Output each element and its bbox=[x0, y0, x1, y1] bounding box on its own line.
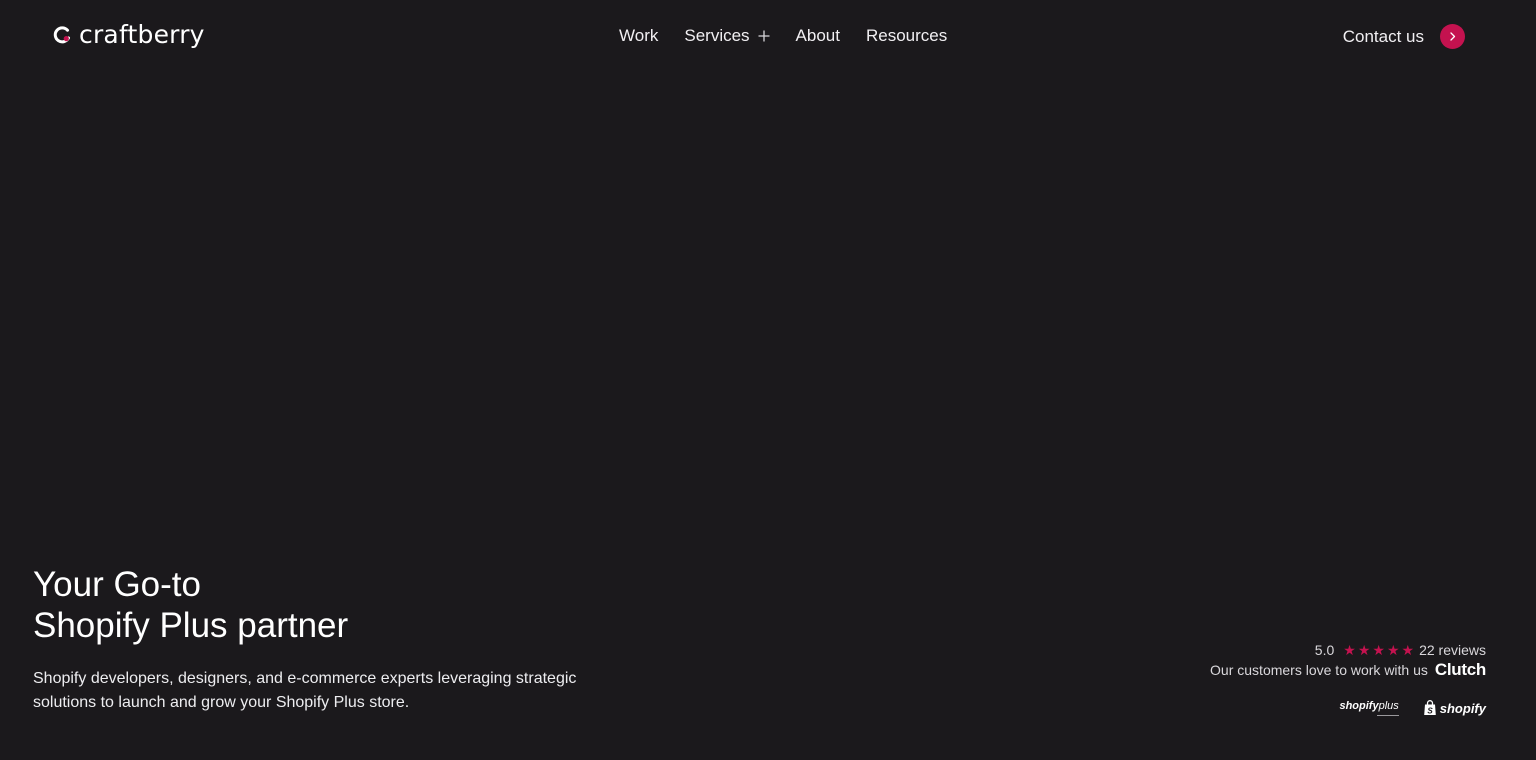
star-icon: ★ bbox=[1386, 642, 1400, 658]
hero-title: Your Go-to Shopify Plus partner bbox=[33, 564, 348, 646]
review-count: 22 reviews bbox=[1419, 642, 1486, 658]
nav-item-resources[interactable]: Resources bbox=[866, 26, 947, 46]
plus-icon bbox=[758, 30, 770, 42]
hero-title-line-2: Shopify Plus partner bbox=[33, 606, 349, 645]
logo-text: craftberry bbox=[79, 20, 205, 49]
page: craftberry Work Services About Resources… bbox=[0, 0, 1536, 760]
shopify-badge: S shopify bbox=[1423, 700, 1486, 716]
clutch-logo: Clutch bbox=[1434, 660, 1486, 679]
clutch-row[interactable]: Our customers love to work with us Clutc… bbox=[1210, 660, 1486, 680]
craftberry-logo-icon bbox=[53, 25, 70, 43]
hero-title-line-1: Your Go-to bbox=[33, 565, 201, 604]
star-icon: ★ bbox=[1372, 642, 1385, 658]
nav-item-services[interactable]: Services bbox=[684, 26, 770, 46]
nav-item-about[interactable]: About bbox=[796, 26, 840, 46]
logo[interactable]: craftberry bbox=[52, 20, 205, 49]
contact-arrow-circle bbox=[1440, 24, 1465, 49]
contact-us-button[interactable]: Contact us bbox=[1343, 24, 1465, 49]
shopping-bag-icon: S bbox=[1423, 700, 1436, 715]
svg-text:S: S bbox=[1427, 706, 1433, 715]
star-icon: ★ bbox=[1343, 642, 1356, 658]
star-icon: ★ bbox=[1401, 642, 1415, 658]
main-nav: Work Services About Resources bbox=[619, 26, 947, 46]
contact-us-label: Contact us bbox=[1342, 26, 1424, 46]
chevron-right-icon bbox=[1450, 32, 1456, 41]
shopify-wordmark: shopify bbox=[1439, 700, 1486, 716]
shopify-plus-wordmark: shopify bbox=[1339, 699, 1379, 712]
reviews-tagline: Our customers love to work with us bbox=[1210, 662, 1428, 678]
nav-item-label: Services bbox=[684, 26, 750, 45]
badge-underline bbox=[1376, 714, 1399, 716]
shopify-plus-badge: shopifyplus bbox=[1339, 699, 1399, 716]
partner-badges: shopifyplus S shopify bbox=[1339, 700, 1486, 716]
star-icon: ★ bbox=[1357, 642, 1371, 658]
nav-item-label: About bbox=[795, 26, 840, 45]
reviews-block: 5.0 ★ ★ ★ ★ ★ 22 reviews Our customers l… bbox=[1210, 642, 1486, 716]
star-rating: ★ ★ ★ ★ ★ bbox=[1341, 643, 1414, 657]
rating-value: 5.0 bbox=[1314, 642, 1335, 658]
rating-row[interactable]: 5.0 ★ ★ ★ ★ ★ 22 reviews bbox=[1315, 642, 1486, 658]
nav-item-label: Work bbox=[619, 26, 659, 45]
nav-item-label: Resources bbox=[865, 26, 948, 45]
shopify-plus-suffix: plus bbox=[1378, 699, 1399, 712]
nav-item-work[interactable]: Work bbox=[619, 26, 658, 46]
hero-subtitle: Shopify developers, designers, and e-com… bbox=[33, 670, 577, 711]
